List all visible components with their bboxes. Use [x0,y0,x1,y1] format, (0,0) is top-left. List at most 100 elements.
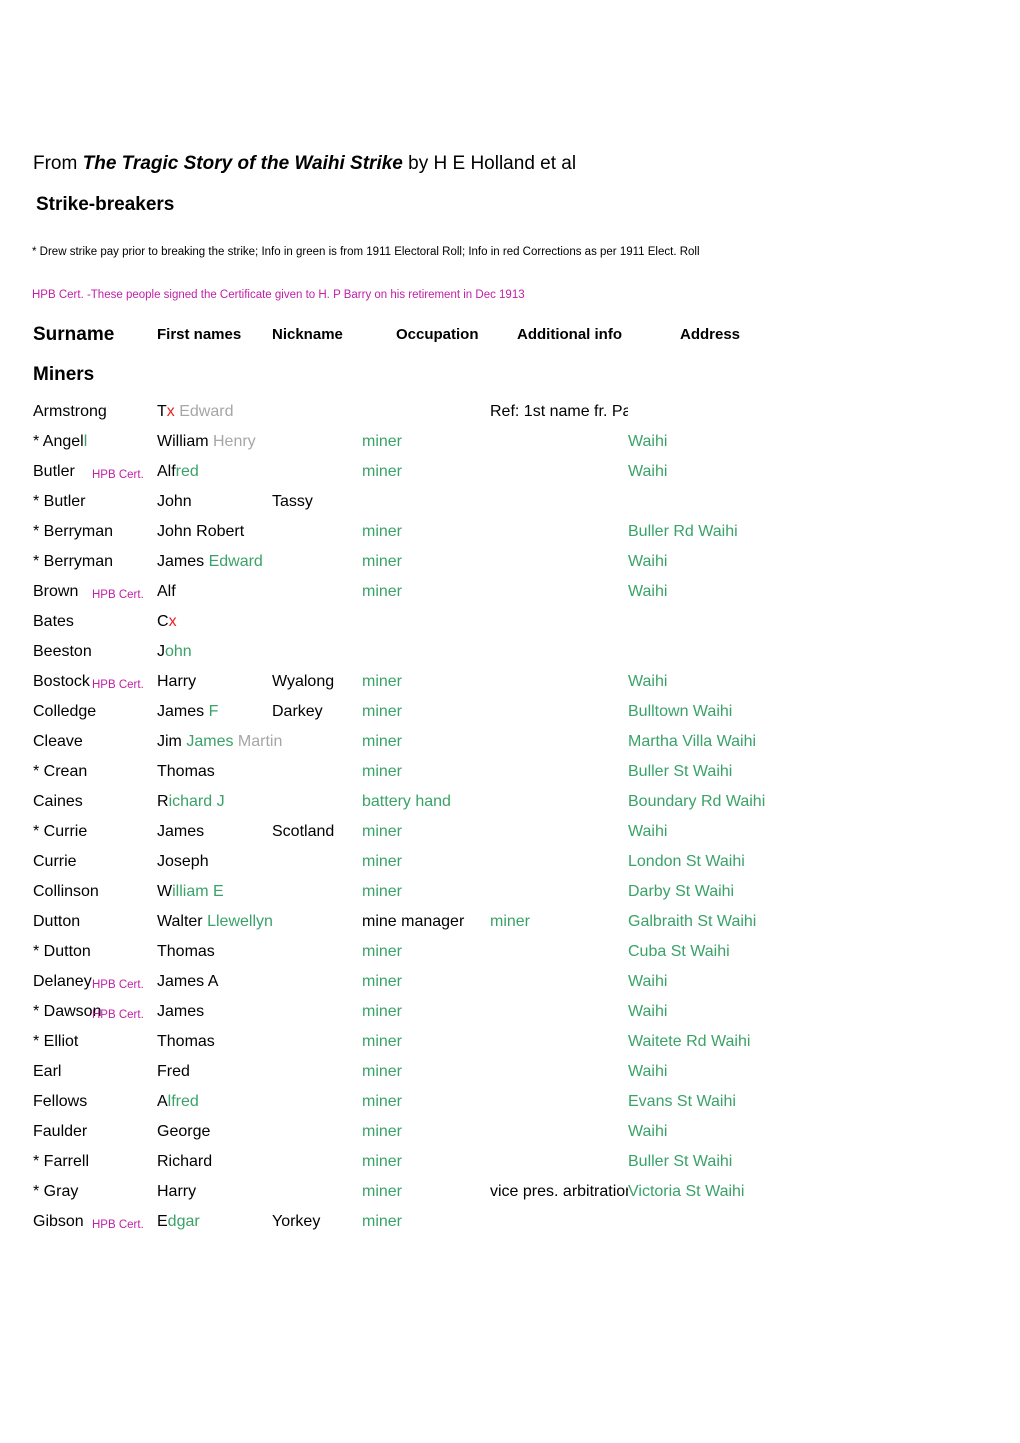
cell-occupation: miner [362,463,403,480]
hpb-cert-note: HPB Cert. -These people signed the Certi… [32,289,525,301]
table-row: Armstrong Tx Edward Ref: 1st name fr. Pape… [0,402,1020,432]
table-row: Dutton Walter Llewellyn mine manager miner G… [0,912,1020,942]
cell-surname: * Dutton [33,943,91,960]
cell-occupation: miner [362,763,403,780]
cell-first-names: James Edward [157,553,263,570]
cell-occupation: miner [362,853,403,870]
cell-occupation: miner [362,1063,403,1080]
cell-occupation: miner [362,943,403,960]
cell-occupation: miner [362,1153,403,1170]
cell-occupation: miner [362,673,403,690]
cell-surname: * Angell [33,433,88,450]
section-header-row: Miners [0,365,1020,395]
cell-surname: * Gray [33,1183,79,1200]
hpb-cert-badge: HPB Cert. [92,979,144,991]
cell-surname: * Crean [33,763,88,780]
document-page: From The Tragic Story of the Waihi Strik… [0,0,1020,1443]
table-row: Colledge James F Darkey miner Bulltown Waihi [0,702,1020,732]
cell-address: Waihi [628,973,668,990]
section-label-miners: Miners [33,364,95,385]
cell-additional-info: Ref: 1st name fr. PapersPast [490,403,628,420]
table-row: * Berryman John Robert miner Buller Rd Waih… [0,522,1020,552]
cell-additional-info: vice pres. arbitration union [490,1183,628,1200]
cell-surname: * Butler [33,493,86,510]
cell-additional-info: miner [490,913,531,930]
table-row: Caines Richard J battery hand Boundary Rd W… [0,792,1020,822]
cell-surname: * Currie [33,823,88,840]
table-row: * Elliot Thomas miner Waitete Rd Waihi [0,1032,1020,1062]
hpb-cert-badge: HPB Cert. [92,1219,144,1231]
cell-first-names: Harry [157,673,197,690]
cell-first-names: Thomas [157,763,215,780]
cell-occupation: battery hand [362,793,451,810]
table-row: Delaney HPB Cert. James A miner Waihi [0,972,1020,1002]
cell-address: Buller St Waihi [628,1153,733,1170]
cell-surname: Currie [33,853,77,870]
table-row: Bostock HPB Cert. Harry Wyalong miner Waihi [0,672,1020,702]
cell-surname: * Berryman [33,553,114,570]
cell-address: Darby St Waihi [628,883,735,900]
cell-address: Waihi [628,823,668,840]
cell-occupation: miner [362,733,403,750]
table-row: Faulder George miner Waihi [0,1122,1020,1152]
cell-address: Waihi [628,553,668,570]
cell-address: Waitete Rd Waihi [628,1033,751,1050]
cell-first-names: James [157,1003,205,1020]
cell-surname: Caines [33,793,83,810]
hpb-cert-badge: HPB Cert. [92,589,144,601]
cell-occupation: miner [362,583,403,600]
cell-first-names: William Henry [157,433,256,450]
cell-surname: Faulder [33,1123,88,1140]
cell-surname: Bostock [33,673,90,690]
table-row: Butler HPB Cert. Alfred miner Waihi [0,462,1020,492]
cell-occupation: miner [362,1093,403,1110]
column-header-first-names: First names [157,326,242,343]
cell-address: Waihi [628,583,668,600]
cell-address: Evans St Waihi [628,1093,736,1110]
cell-address: Waihi [628,1123,668,1140]
table-row: Beeston John [0,642,1020,672]
cell-first-names: George [157,1123,211,1140]
table-row: * Butler John Tassy [0,492,1020,522]
table-row: * Dutton Thomas miner Cuba St Waihi [0,942,1020,972]
cell-address: Martha Villa Waihi [628,733,757,750]
cell-surname: * Berryman [33,523,114,540]
cell-surname: Dutton [33,913,81,930]
cell-surname: Cleave [33,733,83,750]
cell-first-names: James F [157,703,219,720]
cell-first-names: James [157,823,205,840]
cell-address: Boundary Rd Waihi [628,793,766,810]
table-row: * Dawson HPB Cert. James miner Waihi [0,1002,1020,1032]
cell-first-names: Richard J [157,793,225,810]
table-row: Gibson HPB Cert. Edgar Yorkey miner [0,1212,1020,1242]
table-row: Currie Joseph miner London St Waihi [0,852,1020,882]
page-title: Strike-breakers [36,194,175,215]
hpb-cert-badge: HPB Cert. [92,469,144,481]
hpb-cert-badge: HPB Cert. [92,1009,144,1021]
cell-first-names: John [157,643,192,660]
cell-first-names: Joseph [157,853,209,870]
cell-nickname: Darkey [272,703,323,720]
table-row: Earl Fred miner Waihi [0,1062,1020,1092]
cell-first-names: William E [157,883,224,900]
cell-first-names: Thomas [157,1033,215,1050]
cell-first-names: Harry [157,1183,197,1200]
cell-occupation: mine manager [362,913,465,930]
cell-occupation: miner [362,1003,403,1020]
cell-occupation: miner [362,1123,403,1140]
table-row: * Crean Thomas miner Buller St Waihi [0,762,1020,792]
cell-surname: * Elliot [33,1033,79,1050]
cell-address: Waihi [628,673,668,690]
cell-occupation: miner [362,1183,403,1200]
cell-first-names: John Robert [157,523,245,540]
cell-first-names: Edgar [157,1213,200,1230]
cell-first-names: Jim James Martin [157,733,283,750]
cell-nickname: Wyalong [272,673,335,690]
cell-surname: Fellows [33,1093,88,1110]
cell-first-names: Alfred [157,1093,199,1110]
cell-surname: Bates [33,613,74,630]
cell-surname: Butler [33,463,75,480]
book-title: The Tragic Story of the Waihi Strike [82,153,403,174]
table-row: * Angell William Henry miner Waihi [0,432,1020,462]
cell-address: Buller Rd Waihi [628,523,738,540]
